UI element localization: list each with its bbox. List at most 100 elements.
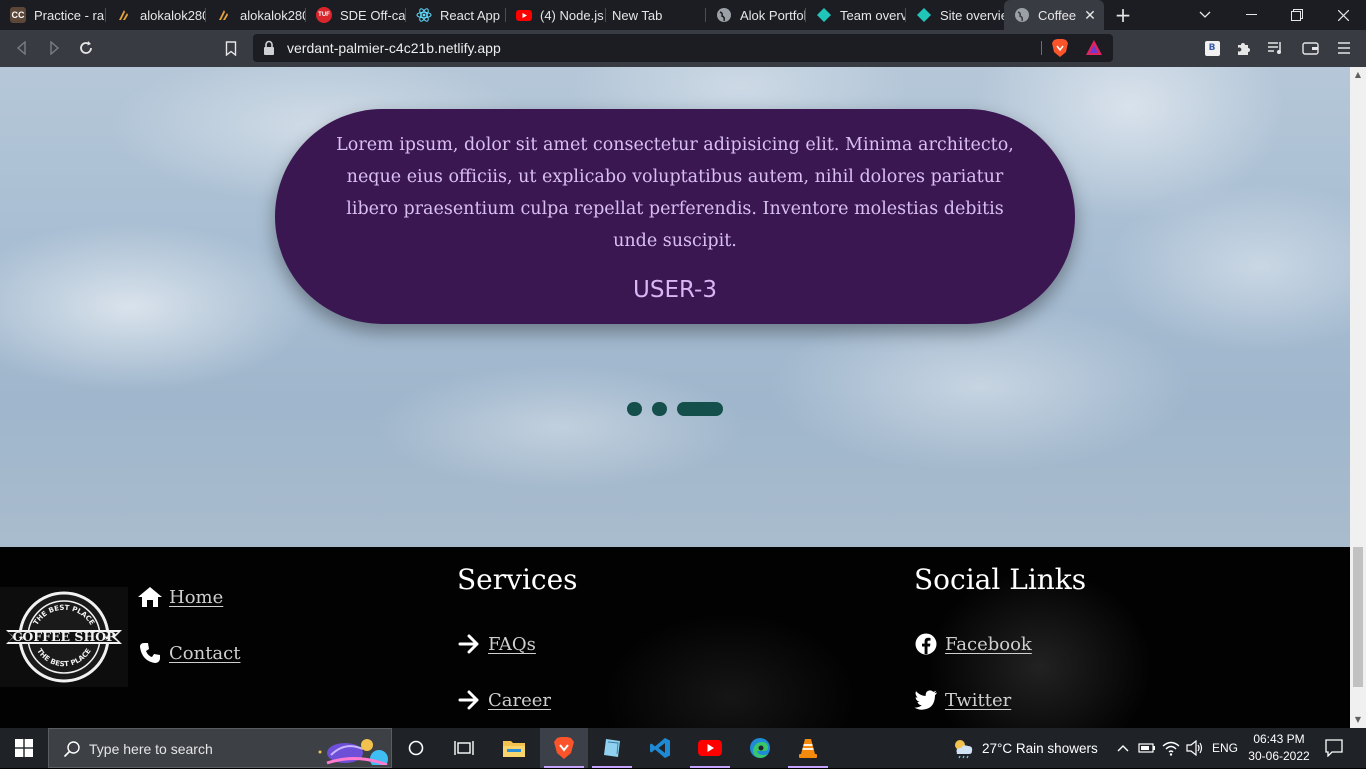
- carousel-dot-1[interactable]: [627, 402, 642, 416]
- footer-link-career[interactable]: Career: [456, 688, 551, 712]
- carousel-dot-3-active[interactable]: [677, 402, 723, 416]
- vscode-icon[interactable]: [636, 728, 684, 768]
- extension-b-icon[interactable]: B: [1200, 36, 1224, 60]
- codeforces-icon: [216, 7, 232, 23]
- codeforces-icon: [116, 7, 132, 23]
- file-explorer-icon[interactable]: [490, 728, 538, 768]
- search-highlight-image[interactable]: [317, 733, 389, 768]
- notepad-plus-icon[interactable]: [588, 728, 636, 768]
- footer-link-facebook[interactable]: Facebook: [913, 632, 1032, 656]
- youtube-app-icon[interactable]: [686, 728, 734, 768]
- footer-link-twitter[interactable]: Twitter: [913, 688, 1011, 712]
- netlify-icon: [816, 7, 832, 23]
- tab-site-overview[interactable]: Site overvie: [906, 0, 1004, 30]
- tab-search-icon[interactable]: [1182, 0, 1228, 30]
- services-heading: Services: [457, 563, 578, 596]
- weather-text[interactable]: 27°C Rain showers: [982, 741, 1098, 756]
- vlc-icon[interactable]: [784, 728, 832, 768]
- media-playlist-icon[interactable]: [1263, 36, 1287, 60]
- coffee-shop-logo[interactable]: THE BEST PLACE THE BEST PLACE COFFEE SHO…: [0, 587, 128, 687]
- testimonial-card: Lorem ipsum, dolor sit amet consectetur …: [275, 109, 1075, 324]
- tab-alok-portfolio[interactable]: Alok Portfol: [706, 0, 806, 30]
- twitter-icon: [913, 688, 939, 712]
- tab-team-overview[interactable]: Team overvi: [806, 0, 906, 30]
- task-view-icon[interactable]: [440, 728, 488, 768]
- facebook-icon: [913, 632, 939, 656]
- search-icon: [63, 740, 81, 758]
- windows-start-icon[interactable]: [0, 728, 48, 768]
- new-tab-button[interactable]: +: [1104, 0, 1142, 30]
- close-tab-icon[interactable]: ✕: [1082, 7, 1098, 23]
- cortana-icon[interactable]: [392, 728, 440, 768]
- footer-link-home[interactable]: Home: [137, 585, 223, 609]
- wallet-icon[interactable]: [1298, 36, 1322, 60]
- volume-icon[interactable]: [1186, 739, 1204, 757]
- forward-icon[interactable]: [42, 36, 66, 60]
- tab-new-tab[interactable]: New Tab: [606, 0, 706, 30]
- tab-coffee-shop[interactable]: Coffee Sho ✕: [1004, 0, 1104, 30]
- weather-rain-icon[interactable]: [951, 737, 975, 759]
- codechef-icon: CC: [10, 7, 26, 23]
- scroll-down-icon[interactable]: ▼: [1350, 712, 1366, 728]
- globe-icon: [716, 7, 732, 23]
- reload-icon[interactable]: [74, 36, 98, 60]
- language-indicator[interactable]: ENG: [1212, 741, 1238, 755]
- browser-toolbar: verdant-palmier-c4c21b.netlify.app B: [0, 30, 1366, 67]
- svg-text:COFFEE SHOP: COFFEE SHOP: [12, 629, 116, 644]
- clock-time: 06:43 PM: [1253, 732, 1305, 746]
- brave-browser-icon[interactable]: [540, 728, 588, 768]
- arrow-right-icon: [456, 688, 482, 712]
- close-window-button[interactable]: [1320, 0, 1366, 30]
- lock-icon[interactable]: [262, 40, 278, 56]
- footer-link-label: Home: [169, 586, 224, 608]
- puzzle-extensions-icon[interactable]: [1232, 36, 1256, 60]
- scroll-up-icon[interactable]: ▲: [1350, 67, 1366, 83]
- carousel-dot-2[interactable]: [652, 402, 667, 416]
- footer-link-contact[interactable]: Contact: [137, 641, 240, 665]
- tab-label: Practice - ra: [34, 7, 105, 23]
- site-footer: THE BEST PLACE THE BEST PLACE COFFEE SHO…: [0, 547, 1350, 728]
- arrow-right-icon: [456, 632, 482, 656]
- tab-sde-offcampus[interactable]: TUF SDE Off-can: [306, 0, 406, 30]
- footer-link-label: Career: [488, 689, 552, 711]
- back-icon[interactable]: [10, 36, 34, 60]
- address-bar[interactable]: verdant-palmier-c4c21b.netlify.app: [253, 34, 1113, 62]
- tab-codeforces-2[interactable]: alokalok280: [206, 0, 306, 30]
- testimonial-user: USER-3: [633, 277, 717, 303]
- tab-practice[interactable]: CC Practice - ra: [0, 0, 106, 30]
- clock[interactable]: 06:43 PM 30-06-2022: [1244, 731, 1314, 765]
- edge-icon[interactable]: [736, 728, 784, 768]
- tab-codeforces-1[interactable]: alokalok280: [106, 0, 206, 30]
- brave-shields-icon[interactable]: [1051, 38, 1071, 58]
- menu-icon[interactable]: [1332, 36, 1356, 60]
- svg-text:★: ★: [18, 634, 24, 642]
- page-viewport: Lorem ipsum, dolor sit amet consectetur …: [0, 67, 1350, 728]
- maximize-button[interactable]: [1274, 0, 1320, 30]
- tab-youtube[interactable]: (4) Node.js: [506, 0, 606, 30]
- taskbar-search-box[interactable]: Type here to search: [48, 728, 392, 768]
- tab-label: New Tab: [612, 7, 663, 23]
- url-text[interactable]: verdant-palmier-c4c21b.netlify.app: [287, 40, 501, 56]
- testimonial-section: Lorem ipsum, dolor sit amet consectetur …: [0, 67, 1350, 547]
- battery-icon[interactable]: [1138, 739, 1156, 757]
- bookmark-icon[interactable]: [219, 36, 243, 60]
- tab-label: Coffee Sho: [1038, 7, 1080, 23]
- wifi-icon[interactable]: [1162, 739, 1180, 757]
- testimonial-quote: Lorem ipsum, dolor sit amet consectetur …: [336, 135, 1014, 251]
- react-icon: [416, 7, 432, 23]
- minimize-button[interactable]: [1228, 0, 1274, 30]
- notifications-icon[interactable]: [1324, 738, 1344, 758]
- search-placeholder: Type here to search: [89, 741, 213, 757]
- brave-rewards-icon[interactable]: [1085, 39, 1105, 57]
- page-scrollbar[interactable]: ▲ ▼: [1350, 67, 1366, 728]
- footer-link-label: FAQs: [488, 633, 536, 655]
- home-icon: [137, 585, 163, 609]
- tab-label: React App: [440, 7, 500, 23]
- tab-label: SDE Off-can: [340, 7, 406, 23]
- show-hidden-icons-icon[interactable]: [1114, 739, 1132, 757]
- scrollbar-thumb[interactable]: [1353, 547, 1363, 687]
- footer-link-label: Contact: [169, 642, 241, 664]
- tab-react-app[interactable]: React App: [406, 0, 506, 30]
- footer-link-faqs[interactable]: FAQs: [456, 632, 536, 656]
- tab-label: Alok Portfol: [740, 7, 806, 23]
